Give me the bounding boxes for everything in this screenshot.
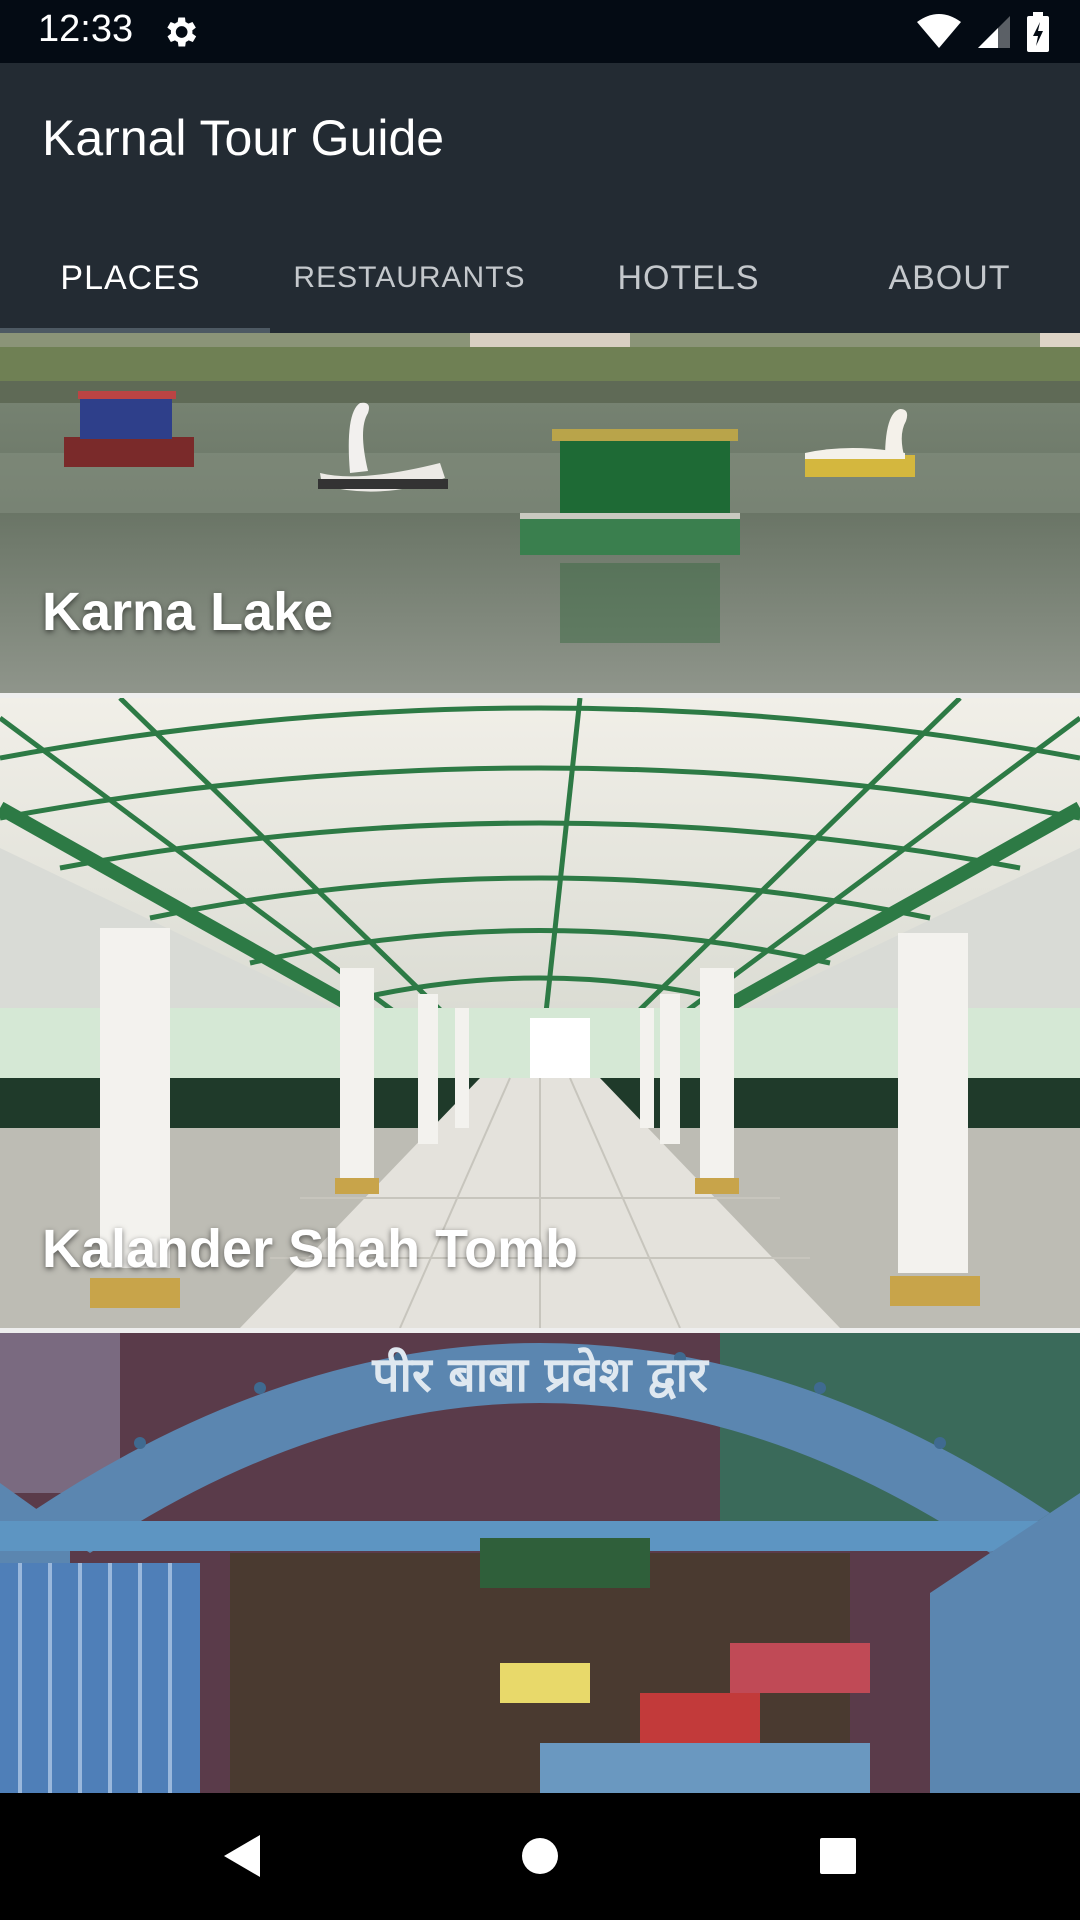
app-title: Karnal Tour Guide [42,110,445,166]
tab-hotels[interactable]: HOTELS [558,223,819,333]
app-bar: Karnal Tour Guide PLACES RESTAURANTS HOT… [0,63,1080,333]
status-bar: 12:33 [0,0,1080,63]
gate-sign-text: पीर बाबा प्रवेश द्वार [371,1347,710,1403]
place-card-gate[interactable]: पीर बाबा प्रवेश द्वार [0,1333,1080,1793]
place-name: Karna Lake [42,582,334,642]
tab-restaurants[interactable]: RESTAURANTS [261,223,558,333]
tab-about[interactable]: ABOUT [819,223,1080,333]
places-list[interactable]: Karna Lake Kalander Shah Tomb पीर बाबा प… [0,333,1080,1793]
place-image-gate: पीर बाबा प्रवेश द्वार [0,1333,1080,1793]
tab-about-label: ABOUT [888,258,1011,297]
status-time: 12:33 [38,8,134,50]
tab-bar: PLACES RESTAURANTS HOTELS ABOUT [0,223,1080,333]
home-icon[interactable] [519,1835,561,1877]
place-name: Kalander Shah Tomb [42,1219,579,1279]
tab-places-label: PLACES [60,258,201,297]
tab-hotels-label: HOTELS [617,258,760,297]
place-card-kalander-shah-tomb[interactable]: Kalander Shah Tomb [0,698,1080,1328]
tab-places[interactable]: PLACES [0,223,270,333]
gear-icon [167,17,197,47]
back-icon[interactable] [220,1833,262,1879]
wifi-icon [917,14,961,48]
navigation-bar [0,1793,1080,1920]
recents-icon[interactable] [818,1836,858,1876]
place-card-karna-lake[interactable]: Karna Lake [0,333,1080,693]
battery-icon [1027,12,1049,52]
tab-restaurants-label: RESTAURANTS [293,261,526,294]
signal-icon [978,16,1010,48]
